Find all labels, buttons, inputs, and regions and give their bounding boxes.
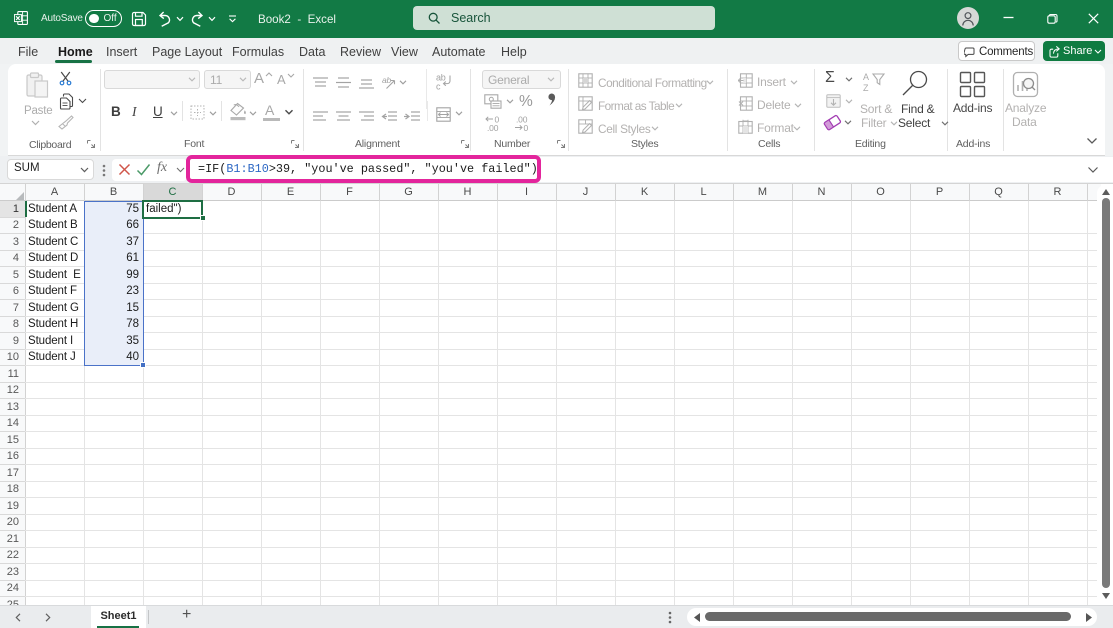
svg-text:A: A [863, 72, 869, 82]
svg-text:c: c [436, 82, 441, 91]
svg-text:ab: ab [382, 75, 392, 85]
svg-text:.00: .00 [487, 123, 499, 132]
svg-text:0: 0 [524, 123, 529, 132]
svg-text:Z: Z [863, 83, 869, 93]
